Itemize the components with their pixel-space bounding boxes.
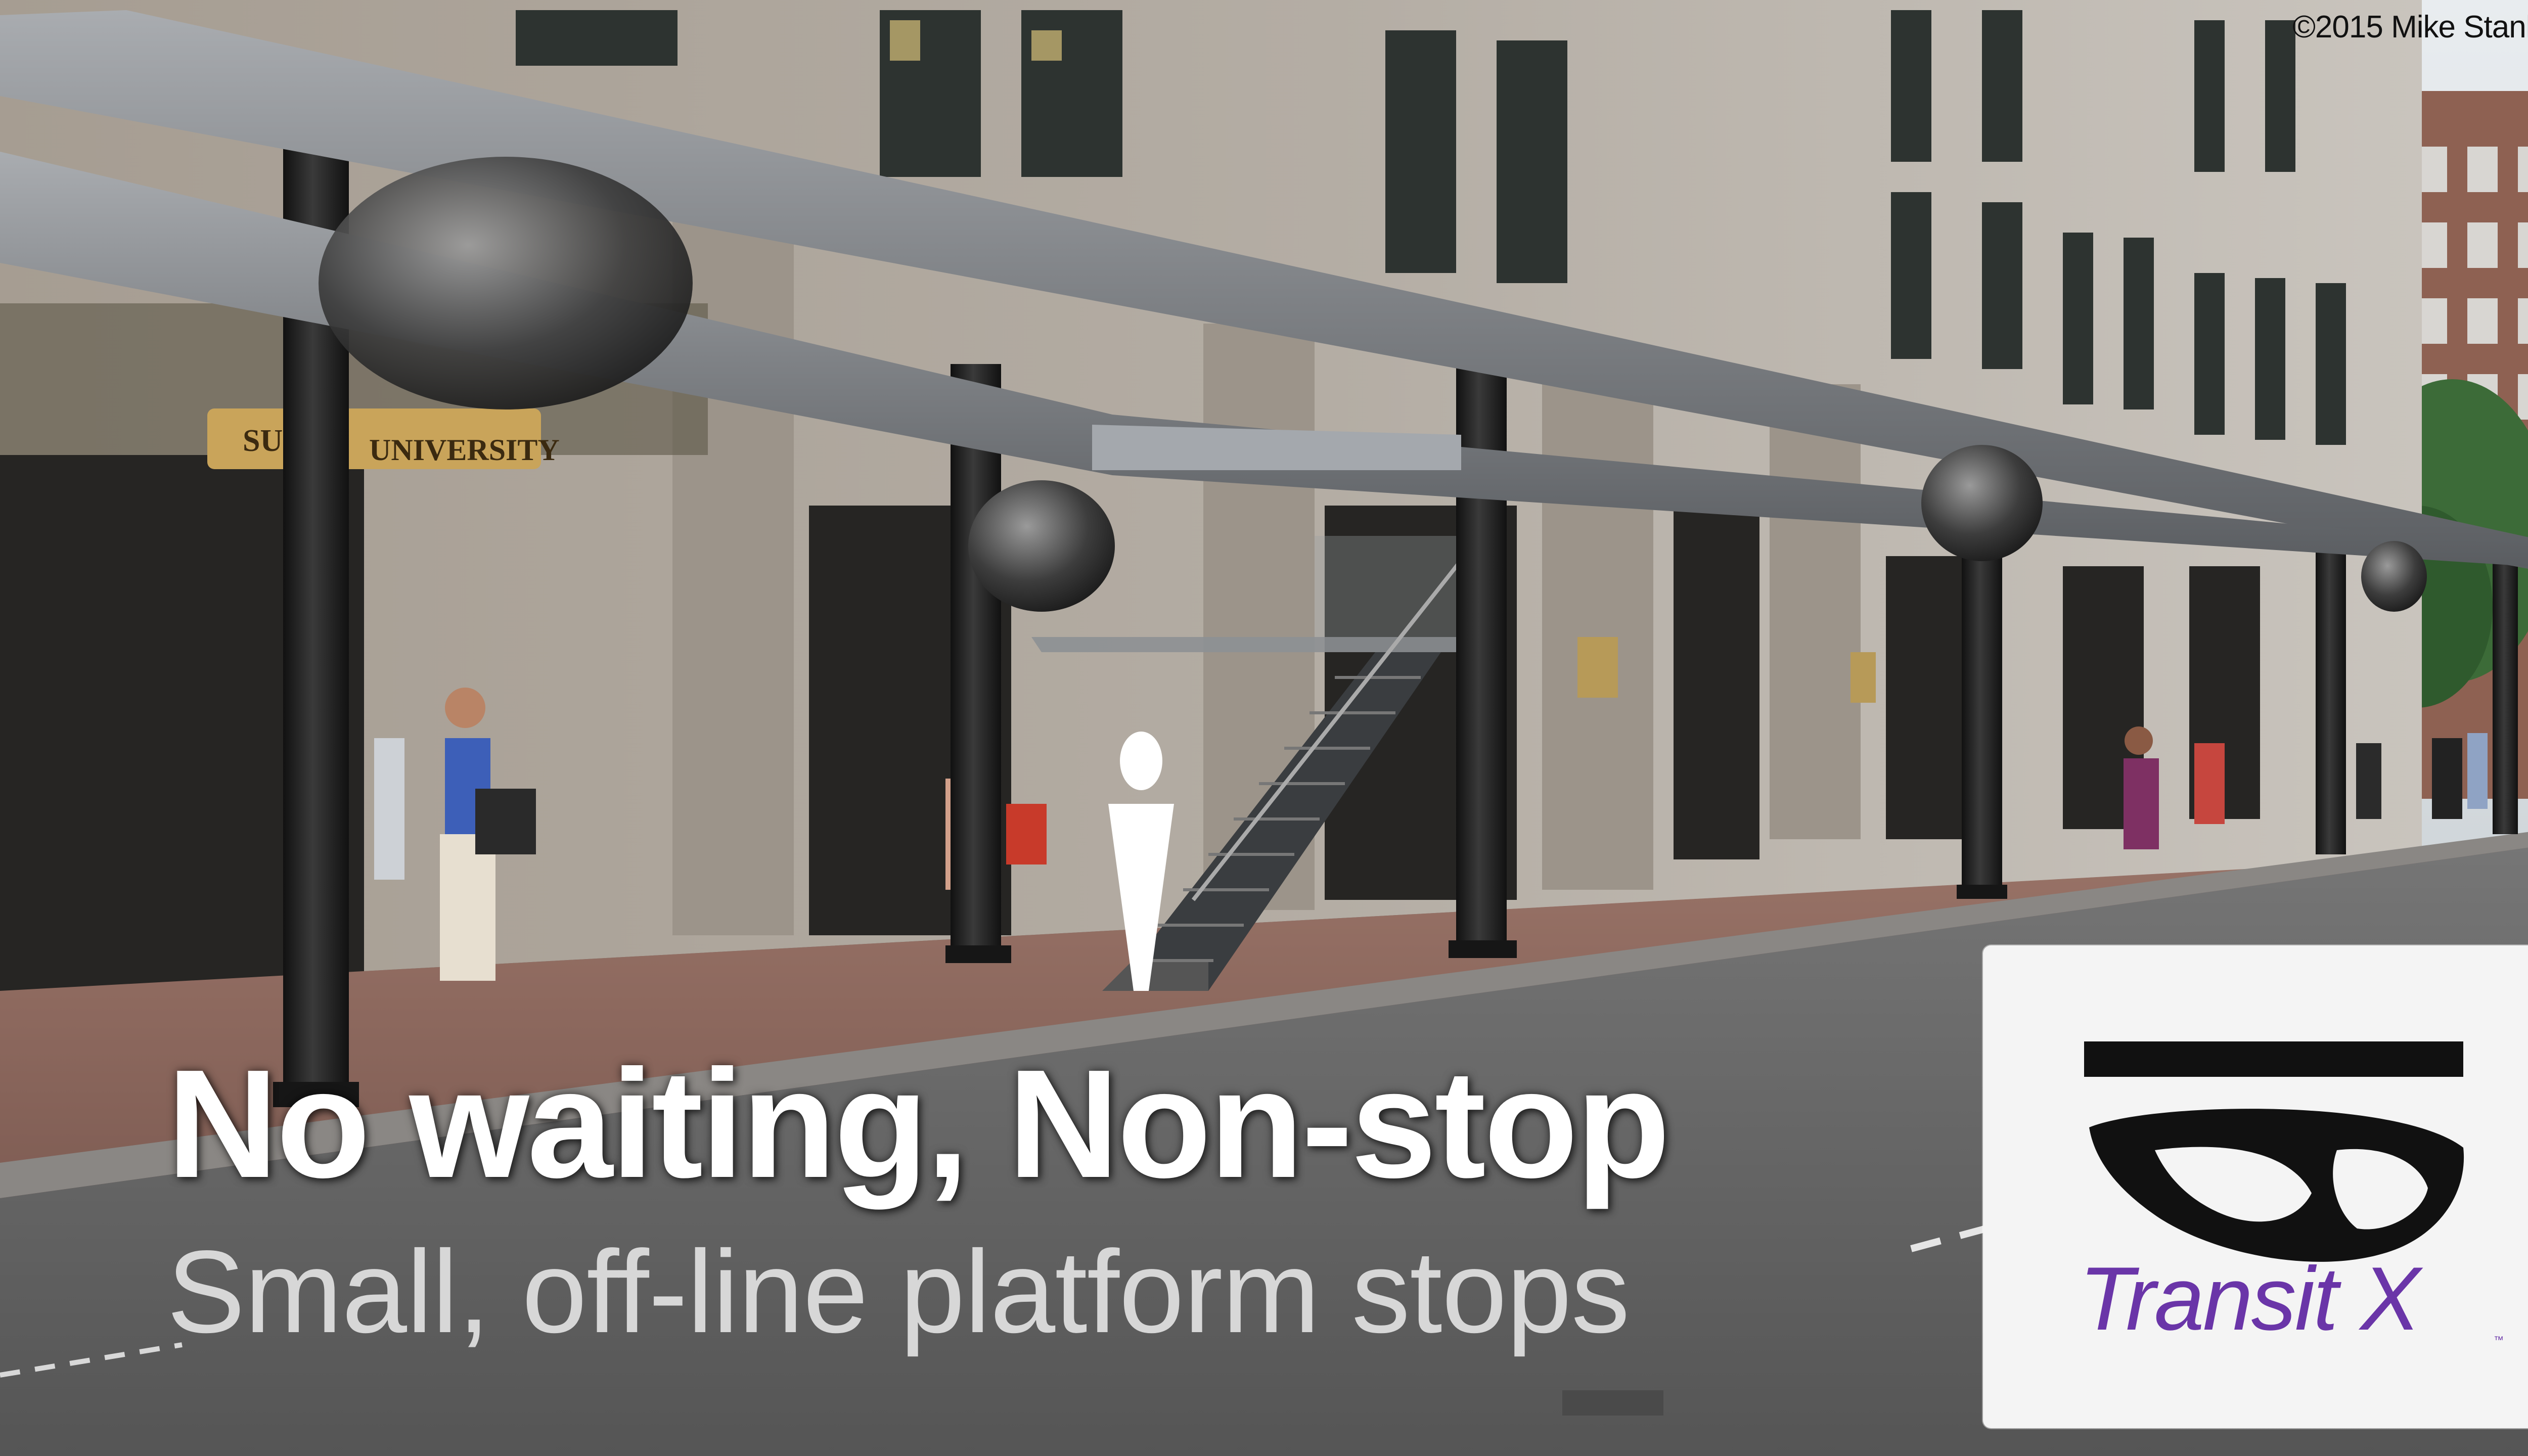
transit-x-pod-icon [2084, 1041, 2464, 1262]
sign-left-text: SU [243, 424, 283, 458]
transit-x-logo-card: Transit X ™ [1983, 945, 2528, 1428]
slide: SU UNIVERSITY ©2015 Mike Stan No waiting… [0, 0, 2528, 1456]
transit-x-wordmark: Transit X [2079, 1248, 2420, 1349]
copyright-text: ©2015 Mike Stanley [2292, 10, 2528, 44]
headline: No waiting, Non-stop [167, 1037, 1671, 1210]
trademark-symbol: ™ [2494, 1335, 2504, 1346]
subheadline: Small, off-line platform stops [167, 1226, 1630, 1357]
sign-right-text: UNIVERSITY [369, 433, 560, 467]
